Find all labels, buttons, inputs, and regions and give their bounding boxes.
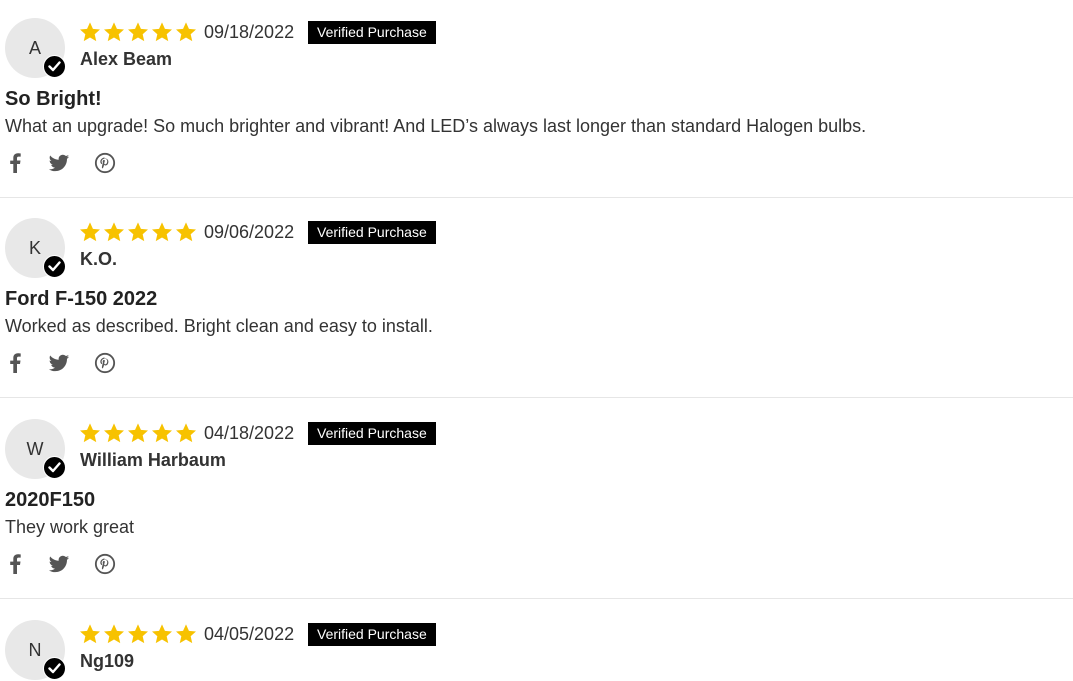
- star-icon: [152, 624, 172, 644]
- star-icon: [104, 423, 124, 443]
- divider: [0, 598, 1073, 599]
- star-icon: [104, 222, 124, 242]
- review-item: N 04/05/2022 Verified Purchase Ng109: [0, 602, 1073, 681]
- star-icon: [128, 624, 148, 644]
- reviews-list: A 09/18/2022 Verified Purchase Alex Beam…: [0, 0, 1073, 681]
- star-icon: [176, 222, 196, 242]
- star-icon: [176, 624, 196, 644]
- avatar: W: [5, 419, 66, 479]
- review-title: Ford F-150 2022: [5, 288, 158, 310]
- twitter-icon[interactable]: [48, 552, 72, 576]
- facebook-icon[interactable]: [8, 351, 32, 375]
- star-icon: [128, 423, 148, 443]
- review-item: A 09/18/2022 Verified Purchase Alex Beam…: [0, 0, 1073, 200]
- facebook-icon[interactable]: [8, 552, 32, 576]
- pinterest-icon[interactable]: [94, 351, 118, 375]
- star-rating: [79, 422, 197, 444]
- star-icon: [176, 22, 196, 42]
- review-date: 04/18/2022: [204, 423, 295, 443]
- star-rating: [79, 623, 197, 645]
- star-icon: [80, 22, 100, 42]
- divider: [0, 197, 1073, 198]
- verified-purchase-badge: Verified Purchase: [308, 221, 436, 244]
- reviewer-name: K.O.: [80, 249, 118, 269]
- twitter-icon[interactable]: [48, 351, 72, 375]
- star-icon: [80, 222, 100, 242]
- star-rating: [79, 21, 197, 43]
- review-body: They work great: [5, 517, 135, 537]
- star-rating: [79, 221, 197, 243]
- review-title: 2020F150: [5, 489, 96, 511]
- pinterest-icon[interactable]: [94, 151, 118, 175]
- reviewer-name: Alex Beam: [80, 49, 173, 69]
- review-title: So Bright!: [5, 88, 102, 110]
- reviewer-name: William Harbaum: [80, 450, 226, 470]
- twitter-icon[interactable]: [48, 151, 72, 175]
- star-icon: [176, 423, 196, 443]
- review-date: 09/06/2022: [204, 222, 295, 242]
- verified-check-icon: [43, 456, 66, 479]
- star-icon: [128, 222, 148, 242]
- review-item: W 04/18/2022 Verified Purchase William H…: [0, 401, 1073, 601]
- divider: [0, 397, 1073, 398]
- star-icon: [80, 624, 100, 644]
- star-icon: [152, 22, 172, 42]
- star-icon: [152, 423, 172, 443]
- star-icon: [152, 222, 172, 242]
- verified-purchase-badge: Verified Purchase: [308, 21, 436, 44]
- verified-check-icon: [43, 55, 66, 78]
- review-date: 09/18/2022: [204, 22, 295, 42]
- star-icon: [104, 624, 124, 644]
- reviewer-name: Ng109: [80, 651, 135, 671]
- star-icon: [104, 22, 124, 42]
- verified-check-icon: [43, 255, 66, 278]
- review-item: K 09/06/2022 Verified Purchase K.O. Ford…: [0, 200, 1073, 400]
- review-body: What an upgrade! So much brighter and vi…: [5, 116, 867, 136]
- verified-purchase-badge: Verified Purchase: [308, 422, 436, 445]
- avatar: N: [5, 620, 66, 680]
- star-icon: [80, 423, 100, 443]
- avatar: K: [5, 218, 66, 278]
- star-icon: [128, 22, 148, 42]
- verified-check-icon: [43, 657, 66, 680]
- review-body: Worked as described. Bright clean and ea…: [5, 316, 433, 336]
- review-date: 04/05/2022: [204, 624, 295, 644]
- verified-purchase-badge: Verified Purchase: [308, 623, 436, 646]
- facebook-icon[interactable]: [8, 151, 32, 175]
- avatar: A: [5, 18, 66, 78]
- pinterest-icon[interactable]: [94, 552, 118, 576]
